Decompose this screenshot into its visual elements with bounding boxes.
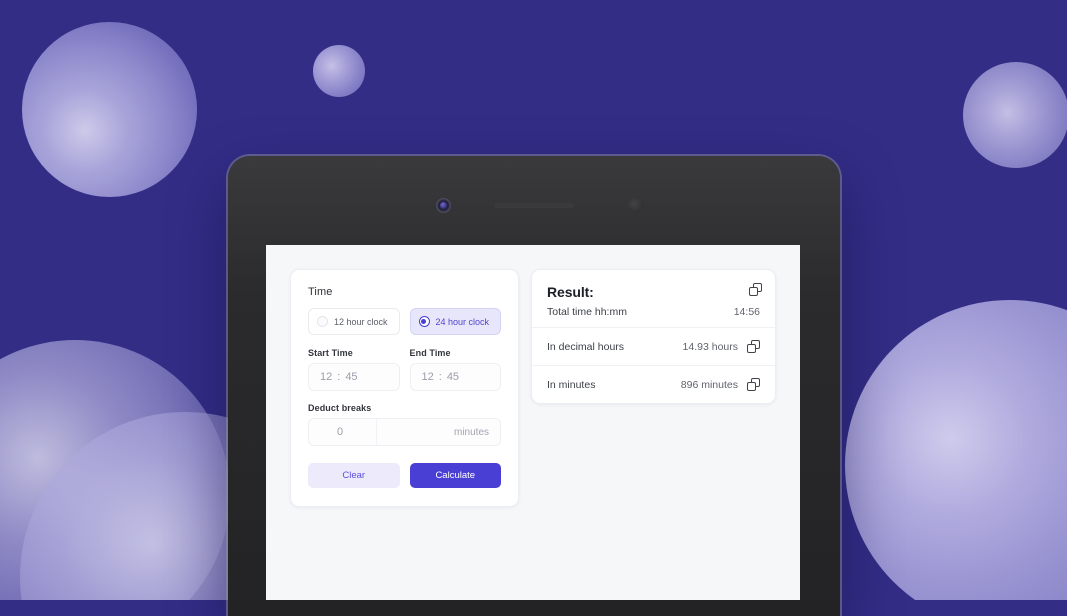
- copy-icon[interactable]: [747, 340, 760, 353]
- time-section-label: Time: [308, 286, 333, 298]
- end-time-minutes[interactable]: 45: [447, 371, 459, 383]
- sensor-icon: [628, 198, 643, 213]
- clock-format-radio-group: 12 hour clock 24 hour clock: [308, 308, 501, 335]
- result-value-group-decimal-hours: 14.93 hours: [683, 340, 760, 353]
- result-card: Result: Total time hh:mm 14:56 In decima…: [531, 269, 776, 404]
- result-row-decimal-hours: In decimal hours 14.93 hours: [532, 327, 775, 365]
- radio-mark-icon: [317, 316, 328, 327]
- result-value-total-time: 14:56: [733, 306, 760, 318]
- decorative-sphere-small: [313, 45, 365, 97]
- copy-icon-front-sheet: [747, 344, 756, 353]
- result-title: Result:: [547, 284, 594, 300]
- clear-button[interactable]: Clear: [308, 463, 400, 488]
- decorative-sphere-top-right: [963, 62, 1067, 168]
- radio-mark-icon: [418, 316, 430, 327]
- result-label-total-time: Total time hh:mm: [547, 306, 627, 318]
- deduct-breaks-field[interactable]: 0 minutes: [308, 418, 501, 446]
- result-value-minutes: 896 minutes: [680, 378, 738, 391]
- result-row-minutes: In minutes 896 minutes: [532, 365, 775, 403]
- tablet-top-bezel: [228, 156, 840, 244]
- action-buttons-row: Clear Calculate: [308, 463, 501, 488]
- deduct-breaks-input[interactable]: 0: [309, 419, 377, 445]
- start-time-input[interactable]: 12 : 45: [308, 363, 400, 391]
- app-content: Time 12 hour clock 24 hour clock Start T…: [266, 245, 800, 531]
- radio-option-24-hour[interactable]: 24 hour clock: [409, 308, 501, 335]
- radio-option-12-hour[interactable]: 12 hour clock: [308, 308, 400, 335]
- end-time-hours[interactable]: 12: [422, 371, 434, 383]
- time-input-card: Time 12 hour clock 24 hour clock Start T…: [290, 269, 519, 507]
- deduct-breaks-label: Deduct breaks: [308, 403, 372, 413]
- end-time-label: End Time: [409, 348, 451, 358]
- start-time-separator: :: [337, 371, 341, 383]
- result-label-minutes: In minutes: [547, 378, 596, 391]
- copy-icon[interactable]: [749, 283, 762, 296]
- deduct-breaks-unit: minutes: [453, 426, 489, 438]
- copy-icon[interactable]: [747, 378, 760, 391]
- radio-label-12-hour: 12 hour clock: [334, 316, 388, 327]
- tablet-screen: Time 12 hour clock 24 hour clock Start T…: [266, 245, 800, 600]
- start-time-minutes[interactable]: 45: [345, 371, 357, 383]
- result-header: Result: Total time hh:mm 14:56: [532, 270, 775, 327]
- result-row-total-time: Total time hh:mm 14:56: [547, 306, 760, 318]
- end-time-group: End Time 12 : 45: [409, 348, 501, 391]
- start-time-group: Start Time 12 : 45: [308, 348, 400, 391]
- result-label-decimal-hours: In decimal hours: [547, 340, 625, 353]
- copy-icon-front-sheet: [747, 382, 756, 391]
- decorative-sphere-bottom-right: [845, 300, 1067, 600]
- time-fields-row: Start Time 12 : 45 End Time 12 : 45: [308, 348, 501, 391]
- copy-icon-front-sheet: [749, 287, 758, 296]
- result-value-decimal-hours: 14.93 hours: [682, 340, 738, 353]
- camera-icon: [436, 198, 451, 213]
- speaker-grille-icon: [494, 203, 574, 208]
- calculate-button[interactable]: Calculate: [409, 463, 501, 488]
- end-time-separator: :: [438, 371, 442, 383]
- radio-label-24-hour: 24 hour clock: [435, 316, 490, 327]
- start-time-hours[interactable]: 12: [320, 371, 332, 383]
- end-time-input[interactable]: 12 : 45: [409, 363, 501, 391]
- start-time-label: Start Time: [308, 348, 353, 358]
- result-value-group-minutes: 896 minutes: [681, 378, 760, 391]
- decorative-sphere-top-left: [22, 22, 197, 197]
